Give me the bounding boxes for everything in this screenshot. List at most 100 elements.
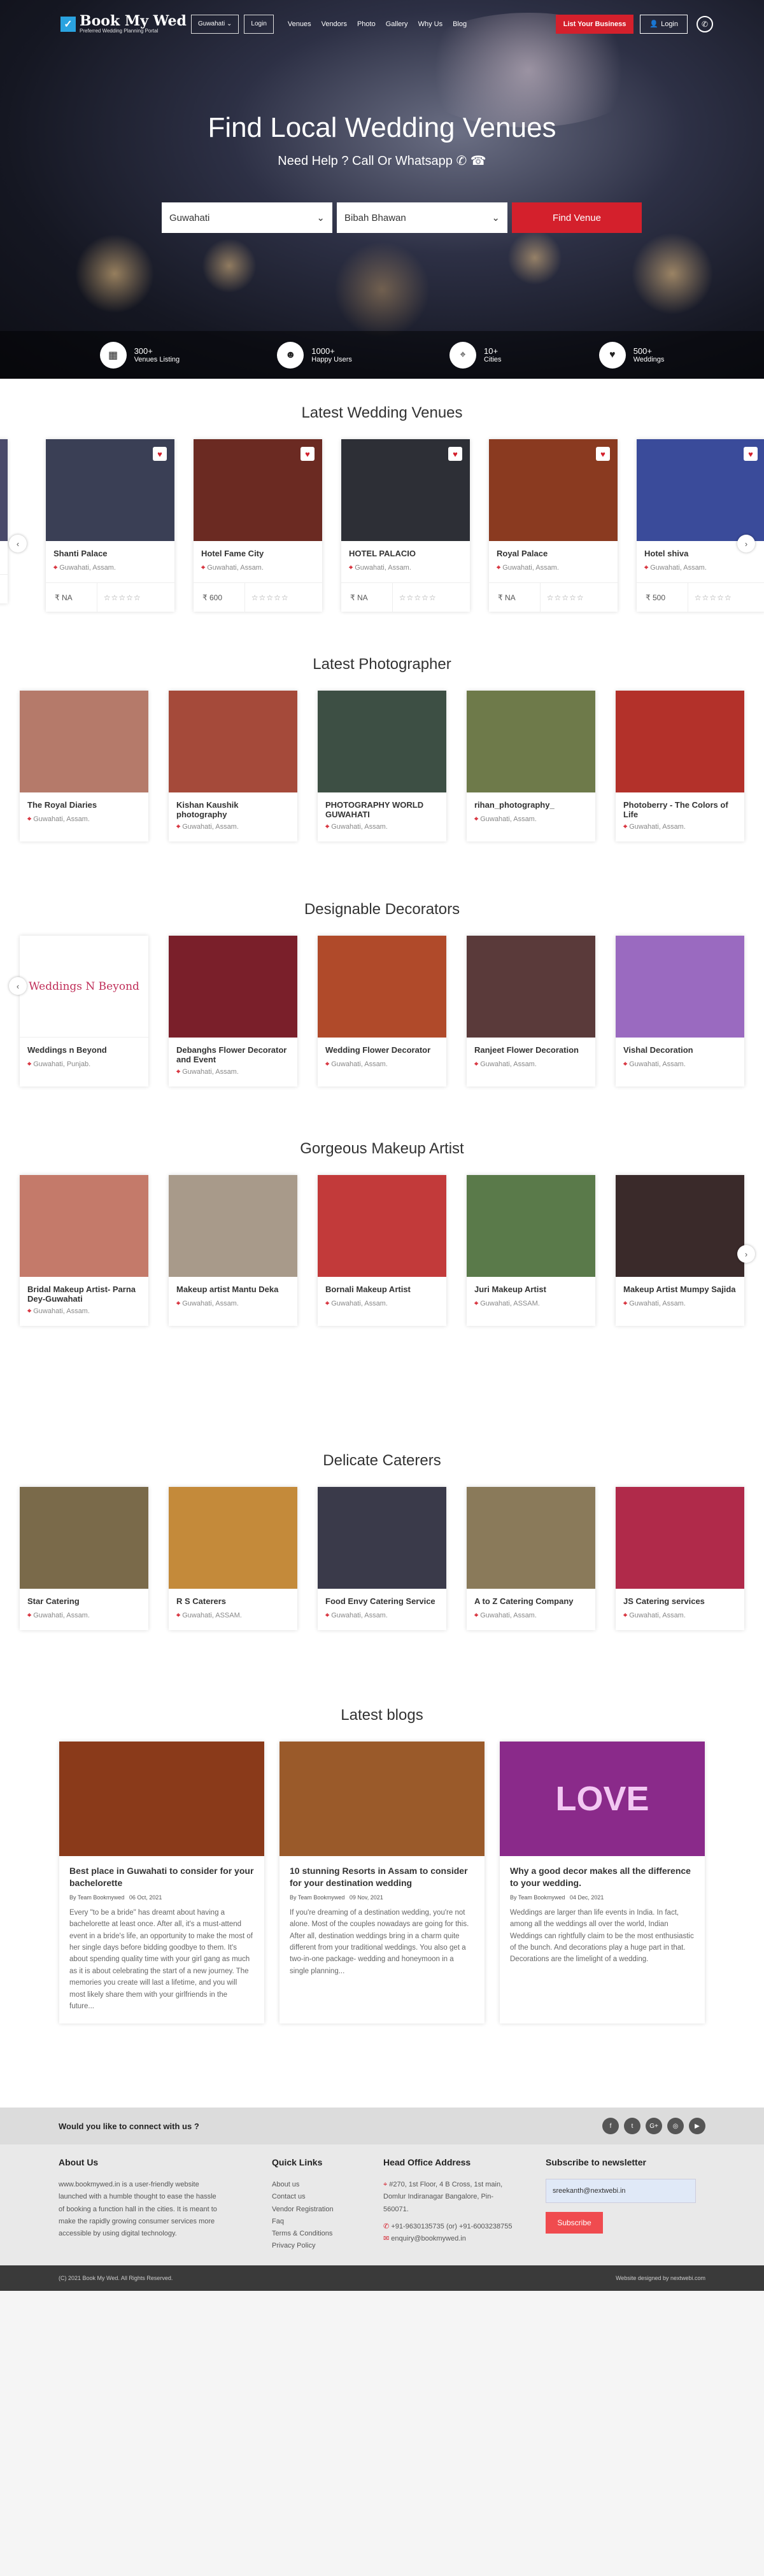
photographer-card[interactable]: rihan_photography_ ⌖ Guwahati, Assam. bbox=[467, 691, 595, 841]
login-shortcut[interactable]: Login bbox=[244, 14, 274, 34]
venue-card[interactable]: ♥ Hotel Fame City ⌖ Guwahati, Assam. ₹ 600 ☆… bbox=[194, 439, 322, 612]
footer-link-privacy[interactable]: Privacy Policy bbox=[272, 2240, 358, 2252]
location-select[interactable]: Guwahati ⌄ bbox=[162, 202, 332, 233]
instagram-icon[interactable]: ◎ bbox=[667, 2118, 684, 2134]
caterer-card[interactable]: A to Z Catering Company ⌖ Guwahati, Assam… bbox=[467, 1487, 595, 1630]
decorator-card[interactable]: Vishal Decoration ⌖ Guwahati, Assam. bbox=[616, 936, 744, 1087]
makeup-artist-card[interactable]: Makeup Artist Mumpy Sajida ⌖ Guwahati, As… bbox=[616, 1175, 744, 1326]
venue-card[interactable]: ♥ Royal Palace ⌖ Guwahati, Assam. ₹ NA ☆☆☆☆☆ bbox=[489, 439, 618, 612]
makeup-artist-card[interactable]: Juri Makeup Artist ⌖ Guwahati, ASSAM. bbox=[467, 1175, 595, 1326]
venue-card-partial[interactable]: ☆☆☆☆☆ bbox=[0, 439, 8, 603]
next-arrow-icon[interactable]: › bbox=[737, 1245, 755, 1263]
whatsapp-icon[interactable]: ✆ bbox=[456, 154, 467, 168]
caterer-image bbox=[616, 1487, 744, 1589]
menu-item-vendors[interactable]: Vendors bbox=[322, 20, 347, 28]
menu-item-gallery[interactable]: Gallery bbox=[386, 20, 408, 28]
caterer-card[interactable]: Star Catering ⌖ Guwahati, Assam. bbox=[20, 1487, 148, 1630]
makeup-artist-image bbox=[318, 1175, 446, 1277]
office-column: Head Office Address ⌖ #270, 1st Floor, 4… bbox=[383, 2157, 520, 2253]
footer-link-contact[interactable]: Contact us bbox=[272, 2191, 358, 2203]
footer-link-faq[interactable]: Faq bbox=[272, 2216, 358, 2228]
decorator-card[interactable]: Weddings N Beyond Weddings n Beyond ⌖ Guwa… bbox=[20, 936, 148, 1087]
youtube-icon[interactable]: ▶ bbox=[689, 2118, 705, 2134]
photographer-card[interactable]: The Royal Diaries ⌖ Guwahati, Assam. bbox=[20, 691, 148, 841]
twitter-icon[interactable]: t bbox=[624, 2118, 640, 2134]
decorator-location: ⌖ Guwahati, Punjab. bbox=[20, 1060, 148, 1079]
decorator-card[interactable]: Debanghs Flower Decorator and Event ⌖ Guw… bbox=[169, 936, 297, 1087]
phone-icon[interactable]: ✆ bbox=[697, 15, 713, 32]
makeup-artist-card[interactable]: Bornali Makeup Artist ⌖ Guwahati, Assam. bbox=[318, 1175, 446, 1326]
newsletter-email-input[interactable]: sreekanth@nextwebi.in bbox=[546, 2179, 696, 2203]
find-venue-button[interactable]: Find Venue bbox=[512, 202, 642, 233]
makeup-section: Gorgeous Makeup Artist Bridal Makeup Art… bbox=[0, 1140, 764, 1452]
favorite-heart-icon[interactable]: ♥ bbox=[153, 447, 167, 461]
caterer-card[interactable]: R S Caterers ⌖ Guwahati, ASSAM. bbox=[169, 1487, 297, 1630]
prev-arrow-icon[interactable]: ‹ bbox=[9, 535, 27, 553]
prev-arrow-icon[interactable]: ‹ bbox=[9, 977, 27, 995]
decorator-location-text: Guwahati, Assam. bbox=[331, 1060, 388, 1068]
favorite-heart-icon[interactable]: ♥ bbox=[596, 447, 610, 461]
venue-location-text: Guwahati, Assam. bbox=[502, 564, 559, 572]
venue-image: ♥ bbox=[194, 439, 322, 541]
blog-card[interactable]: LOVE Why a good decor makes all the diffe… bbox=[500, 1742, 705, 2024]
favorite-heart-icon[interactable]: ♥ bbox=[744, 447, 758, 461]
caterer-card[interactable]: Food Envy Catering Service ⌖ Guwahati, As… bbox=[318, 1487, 446, 1630]
map-pin-icon: ⌖ bbox=[27, 1060, 34, 1068]
makeup-artist-card[interactable]: Bridal Makeup Artist- Parna Dey-Guwahati… bbox=[20, 1175, 148, 1326]
hero-banner: Find Local Wedding Venues Need Help ? Ca… bbox=[0, 0, 764, 379]
login-button[interactable]: 👤 Login bbox=[640, 14, 688, 34]
caterer-image bbox=[318, 1487, 446, 1589]
footer-link-terms[interactable]: Terms & Conditions bbox=[272, 2228, 358, 2240]
blog-card[interactable]: 10 stunning Resorts in Assam to consider… bbox=[279, 1742, 485, 2024]
blog-title[interactable]: Why a good decor makes all the differenc… bbox=[500, 1856, 705, 1894]
venue-card[interactable]: ♥ Hotel shiva ⌖ Guwahati, Assam. ₹ 500 ☆☆☆☆☆ bbox=[637, 439, 764, 612]
chevron-down-icon: ⌄ bbox=[492, 213, 500, 223]
stat-label: Cities bbox=[484, 356, 502, 363]
menu-item-venues[interactable]: Venues bbox=[288, 20, 311, 28]
blog-card[interactable]: Best place in Guwahati to consider for y… bbox=[59, 1742, 264, 2024]
caterer-location: ⌖ Guwahati, Assam. bbox=[318, 1612, 446, 1630]
menu-item-photo[interactable]: Photo bbox=[357, 20, 376, 28]
next-arrow-icon[interactable]: › bbox=[737, 535, 755, 553]
favorite-heart-icon[interactable]: ♥ bbox=[301, 447, 315, 461]
menu-item-why-us[interactable]: Why Us bbox=[418, 20, 443, 28]
logo[interactable]: ✓ Book My Wed Preferred Wedding Planning… bbox=[60, 14, 191, 34]
google-plus-icon[interactable]: G+ bbox=[646, 2118, 662, 2134]
city-select[interactable]: Guwahati ⌄ bbox=[191, 14, 239, 34]
venue-location-text: Guwahati, Assam. bbox=[650, 564, 707, 572]
map-pin-icon: ⌖ bbox=[325, 1612, 332, 1619]
favorite-heart-icon[interactable]: ♥ bbox=[448, 447, 462, 461]
decorator-location-text: Guwahati, Punjab. bbox=[33, 1060, 91, 1068]
quick-links-title: Quick Links bbox=[272, 2157, 323, 2167]
photographer-image bbox=[318, 691, 446, 792]
about-column: About Us www.bookmywed.in is a user-frie… bbox=[59, 2157, 221, 2253]
list-business-button[interactable]: List Your Business bbox=[555, 14, 634, 34]
makeup-artist-name: Makeup artist Mantu Deka bbox=[176, 1284, 279, 1294]
venue-type-select[interactable]: Bibah Bhawan ⌄ bbox=[337, 202, 507, 233]
phone-icon[interactable]: ☎ bbox=[470, 154, 486, 168]
blog-title[interactable]: Best place in Guwahati to consider for y… bbox=[59, 1856, 264, 1894]
venue-card[interactable]: ♥ HOTEL PALACIO ⌖ Guwahati, Assam. ₹ NA ☆☆☆☆… bbox=[341, 439, 470, 612]
makeup-artist-card[interactable]: Makeup artist Mantu Deka ⌖ Guwahati, Assa… bbox=[169, 1175, 297, 1326]
decorator-card[interactable]: Ranjeet Flower Decoration ⌖ Guwahati, Ass… bbox=[467, 936, 595, 1087]
decorator-card[interactable]: Wedding Flower Decorator ⌖ Guwahati, Assa… bbox=[318, 936, 446, 1087]
photographer-card[interactable]: Kishan Kaushik photography ⌖ Guwahati, As… bbox=[169, 691, 297, 841]
office-email[interactable]: ✉ enquiry@bookmywed.in bbox=[383, 2233, 520, 2245]
footer-link-about[interactable]: About us bbox=[272, 2179, 358, 2191]
subscribe-button[interactable]: Subscribe bbox=[546, 2212, 603, 2234]
venue-name: Royal Palace bbox=[497, 549, 548, 558]
caterer-location-text: Guwahati, Assam. bbox=[629, 1612, 686, 1619]
map-pin-icon: ⌖ bbox=[325, 1300, 332, 1307]
venue-location: ⌖ Guwahati, Assam. bbox=[637, 564, 764, 582]
facebook-icon[interactable]: f bbox=[602, 2118, 619, 2134]
office-phone[interactable]: ✆ +91-9630135735 (or) +91-6003238755 bbox=[383, 2221, 520, 2233]
menu-item-blog[interactable]: Blog bbox=[453, 20, 467, 28]
copyright-bar: (C) 2021 Book My Wed. All Rights Reserve… bbox=[0, 2265, 764, 2291]
caterer-card[interactable]: JS Catering services ⌖ Guwahati, Assam. bbox=[616, 1487, 744, 1630]
designer-credit[interactable]: Website designed by nextwebi.com bbox=[616, 2275, 705, 2281]
blog-title[interactable]: 10 stunning Resorts in Assam to consider… bbox=[279, 1856, 485, 1894]
venue-card[interactable]: ♥ Shanti Palace ⌖ Guwahati, Assam. ₹ NA ☆☆☆☆… bbox=[46, 439, 174, 612]
photographer-card[interactable]: PHOTOGRAPHY WORLD GUWAHATI ⌖ Guwahati, As… bbox=[318, 691, 446, 841]
photographer-card[interactable]: Photoberry - The Colors of Life ⌖ Guwahat… bbox=[616, 691, 744, 841]
footer-link-vendor-registration[interactable]: Vendor Registration bbox=[272, 2204, 358, 2216]
